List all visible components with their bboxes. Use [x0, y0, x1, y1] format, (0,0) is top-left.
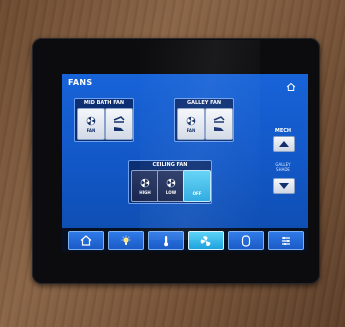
ceiling-fan-title: CEILING FAN	[152, 162, 188, 168]
settings-icon	[282, 236, 290, 245]
mid-bath-fan-label: FAN	[86, 127, 96, 133]
fan-icon	[86, 116, 96, 125]
galley-fan-group: GALLEY FAN FAN	[174, 98, 234, 142]
nav-fans-button[interactable]	[188, 231, 224, 250]
nav-tanks-button[interactable]	[228, 231, 264, 250]
vent-lid-icon	[213, 116, 225, 131]
ceiling-fan-off-button[interactable]: OFF	[183, 170, 211, 202]
ceiling-fan-low-label: LOW	[165, 189, 177, 195]
mid-bath-fan-title: MID BATH FAN	[83, 100, 125, 106]
title-bar: FANS	[62, 74, 308, 94]
galley-shade-label-line2: SHADE	[276, 167, 290, 172]
galley-vent-lid-button[interactable]	[205, 108, 233, 140]
arrow-down-icon	[279, 183, 289, 189]
fan-icon	[200, 235, 211, 246]
fan-icon	[186, 116, 196, 125]
nav-settings-button[interactable]	[268, 231, 304, 250]
nav-climate-button[interactable]	[148, 231, 184, 250]
arrow-up-icon	[279, 141, 289, 147]
galley-fan-title: GALLEY FAN	[186, 100, 222, 106]
home-icon[interactable]	[286, 77, 296, 91]
mech-title: MECH	[274, 128, 292, 134]
ceiling-fan-low-button[interactable]: LOW	[157, 170, 185, 202]
bottom-nav-bar	[62, 228, 308, 252]
mid-bath-fan-button[interactable]: FAN	[77, 108, 105, 140]
ceiling-fan-group: CEILING FAN HIGH LOW OFF	[128, 160, 212, 204]
mid-bath-fan-group: MID BATH FAN FAN	[74, 98, 134, 142]
fan-icon	[140, 178, 150, 187]
touchscreen-display: FANS MID BATH FAN FAN GALLEY FAN FAN MEC…	[62, 74, 308, 252]
galley-shade-control: MECH GALLEY SHADE	[270, 128, 296, 200]
light-bulb-icon	[121, 235, 131, 245]
page-title: FANS	[68, 78, 93, 87]
ceiling-fan-high-label: HIGH	[139, 189, 151, 195]
shade-down-button[interactable]	[273, 178, 295, 194]
galley-fan-button[interactable]: FAN	[177, 108, 205, 140]
home-icon	[80, 235, 92, 246]
mid-bath-vent-lid-button[interactable]	[105, 108, 133, 140]
vent-lid-icon	[113, 116, 125, 131]
shade-up-button[interactable]	[273, 136, 295, 152]
nav-home-button[interactable]	[68, 231, 104, 250]
fan-icon	[166, 178, 176, 187]
galley-shade-label: GALLEY SHADE	[270, 162, 296, 172]
ceiling-fan-high-button[interactable]: HIGH	[131, 170, 159, 202]
galley-fan-label: FAN	[186, 127, 196, 133]
tank-icon	[241, 234, 251, 247]
ceiling-fan-off-label: OFF	[192, 190, 202, 196]
thermometer-icon	[164, 235, 169, 246]
nav-lights-button[interactable]	[108, 231, 144, 250]
fans-panel: FANS MID BATH FAN FAN GALLEY FAN FAN MEC…	[62, 74, 308, 228]
